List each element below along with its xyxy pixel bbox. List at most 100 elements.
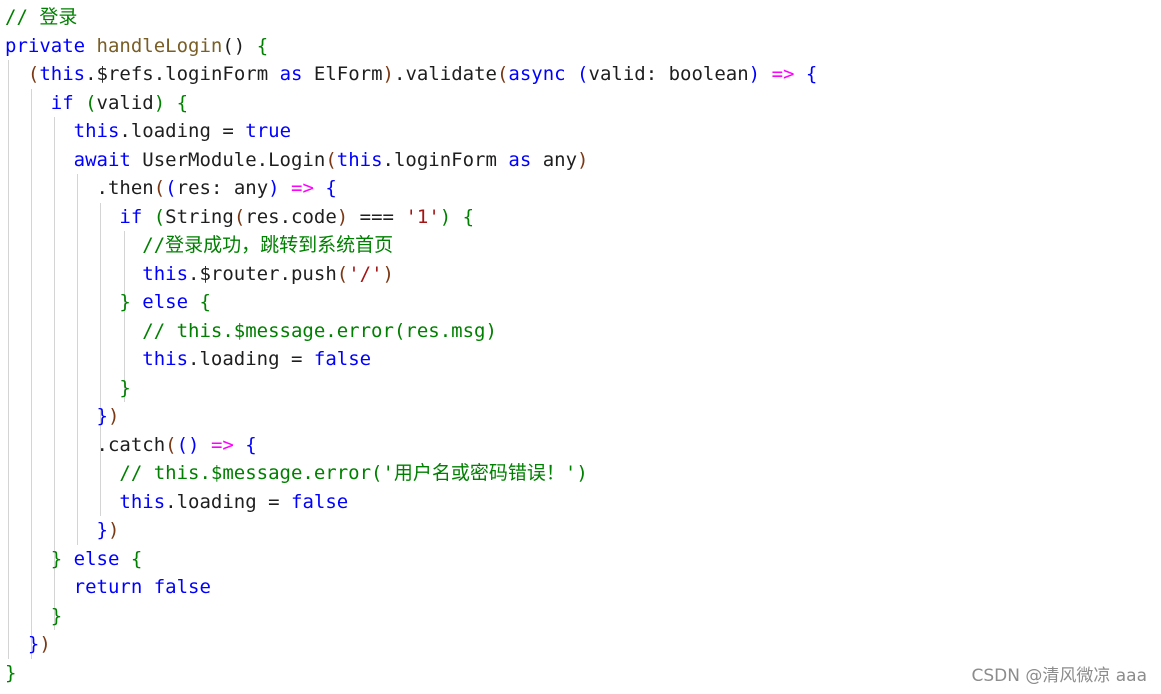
watermark: CSDN @清风微凉 aaa	[971, 666, 1147, 686]
code-token: true	[245, 120, 292, 142]
code-token: }	[50, 547, 63, 570]
code-token: .catch	[5, 433, 166, 456]
code-token: {	[130, 547, 143, 570]
code-line: this.loading = false	[5, 488, 348, 516]
code-line: } else {	[5, 545, 143, 573]
code-token: async	[508, 63, 578, 85]
code-line: }	[5, 374, 131, 402]
code-token: )	[382, 63, 394, 85]
code-token: (	[496, 63, 509, 85]
code-token: .$refs.loginForm	[85, 63, 280, 85]
code-token: else	[73, 547, 131, 570]
code-token: (	[165, 433, 177, 456]
code-token: }	[5, 661, 17, 684]
code-line: } else {	[5, 288, 211, 316]
code-line: // this.$message.error('用户名或密码错误！')	[5, 459, 588, 487]
code-token: .$router.push	[188, 262, 337, 285]
code-token: {	[805, 63, 818, 85]
code-line: private handleLogin() {	[5, 32, 268, 60]
code-token: if	[119, 205, 154, 228]
code-line: this.$router.push('/')	[5, 260, 394, 288]
code-line: return false	[5, 573, 211, 601]
code-token: this	[336, 148, 383, 171]
code-token: )	[268, 177, 280, 199]
code-line: }	[5, 659, 16, 687]
code-line: this.loading = true	[5, 117, 291, 145]
code-token: =>	[771, 63, 795, 85]
code-token: }	[50, 604, 63, 627]
code-token: {	[325, 177, 337, 199]
code-token: // 登录	[5, 6, 78, 28]
code-token: (	[153, 205, 166, 228]
code-token: )	[107, 405, 120, 427]
code-token: res.code	[245, 205, 337, 228]
code-token: )	[577, 148, 589, 171]
code-token: }	[119, 291, 131, 313]
code-token: =>	[210, 433, 234, 456]
code-token: .loading =	[188, 348, 314, 370]
code-token: //登录成功，跳转到系统首页	[142, 234, 394, 256]
code-line: //登录成功，跳转到系统首页	[5, 231, 393, 259]
code-line: (this.$refs.loginForm as ElForm).validat…	[5, 60, 817, 88]
code-line: // 登录	[5, 3, 77, 31]
code-token: return	[73, 576, 154, 598]
code-token: )	[439, 205, 452, 228]
code-token: '1'	[405, 205, 440, 228]
code-token: )	[107, 519, 120, 541]
code-token: res: any	[176, 177, 269, 199]
code-token: this	[142, 262, 189, 285]
code-line: }	[5, 602, 62, 630]
code-token: as	[508, 148, 543, 171]
code-token: String	[165, 205, 234, 228]
code-token: // this.$message.error('用户名或密码错误！')	[119, 462, 588, 484]
code-token: )	[748, 63, 761, 85]
code-line: })	[5, 516, 120, 544]
code-token: .loading =	[119, 120, 246, 142]
code-token: valid	[96, 91, 154, 114]
code-token: {	[245, 433, 257, 456]
code-token: {	[176, 91, 189, 114]
code-editor[interactable]: // 登录 private handleLogin() { (this.$refs…	[0, 0, 1161, 694]
code-token: (	[165, 177, 177, 199]
code-token: (	[577, 63, 589, 85]
code-token: any	[542, 148, 578, 171]
code-token: .then	[5, 177, 154, 199]
code-token: (	[85, 91, 97, 114]
code-line: if (valid) {	[5, 89, 188, 117]
code-token: // this.$message.error(res.msg)	[142, 319, 497, 342]
code-token: false	[153, 576, 211, 598]
code-token: if	[50, 91, 86, 114]
code-token: .loading =	[165, 490, 291, 513]
code-line: await UserModule.Login(this.loginForm as…	[5, 146, 589, 174]
code-token: )	[153, 91, 166, 114]
code-token: ===	[348, 205, 406, 228]
code-token: {	[256, 34, 269, 57]
code-line: // this.$message.error(res.msg)	[5, 317, 497, 345]
code-line: .then((res: any) => {	[5, 174, 337, 202]
code-token: }	[119, 376, 131, 399]
code-token: false	[313, 348, 372, 370]
code-line: this.loading = false	[5, 345, 371, 373]
code-token: }	[96, 519, 108, 541]
code-token: UserModule.Login	[142, 148, 326, 171]
